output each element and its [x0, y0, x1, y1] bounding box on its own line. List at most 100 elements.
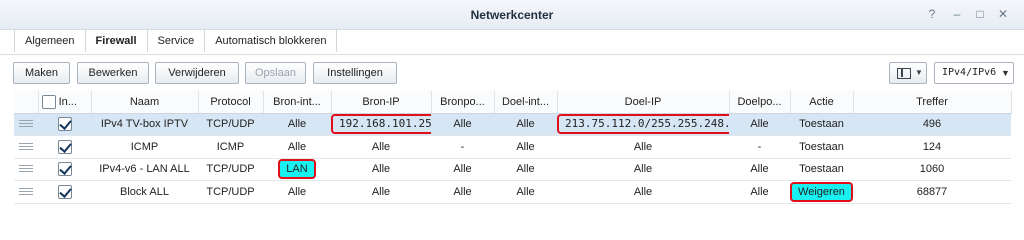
- rule-destination-interface: Alle: [494, 113, 557, 136]
- drag-handle[interactable]: [14, 180, 38, 204]
- enabled-checkbox[interactable]: [57, 184, 72, 199]
- drag-handle-icon: [19, 120, 33, 128]
- tab-service[interactable]: Service: [148, 30, 206, 52]
- table-row[interactable]: IPv4 TV-box IPTV TCP/UDP Alle 192.168.10…: [14, 113, 1011, 136]
- minimize-icon[interactable]: –: [950, 7, 964, 21]
- rule-name: Block ALL: [91, 180, 198, 204]
- table-header: In... Naam Protocol Bron-int... Bron-IP …: [14, 91, 1012, 114]
- rule-action: Toestaan: [790, 135, 853, 159]
- tab-divider: [0, 54, 1024, 55]
- tab-firewall[interactable]: Firewall: [86, 30, 148, 52]
- drag-handle[interactable]: [14, 113, 38, 136]
- rule-source-port: -: [431, 135, 494, 159]
- rule-source-interface-cell: LAN: [263, 158, 331, 181]
- rule-destination-port: Alle: [729, 158, 790, 181]
- tab-auto-block[interactable]: Automatisch blokkeren: [205, 30, 338, 52]
- close-icon[interactable]: ✕: [996, 7, 1010, 21]
- table-row[interactable]: IPv4-v6 - LAN ALL TCP/UDP LAN Alle Alle …: [14, 158, 1011, 181]
- rule-destination-port: Alle: [729, 113, 790, 136]
- header-source-port[interactable]: Bronpo...: [431, 91, 495, 114]
- rule-name: ICMP: [91, 135, 198, 159]
- header-source-interface[interactable]: Bron-int...: [263, 91, 332, 114]
- save-button[interactable]: Opslaan: [245, 62, 306, 84]
- rule-destination-ip: 213.75.112.0/255.255.248.0: [557, 114, 729, 135]
- enabled-checkbox[interactable]: [57, 162, 72, 177]
- rule-action-cell: Weigeren: [790, 180, 853, 204]
- settings-button[interactable]: Instellingen: [313, 62, 397, 84]
- header-source-ip[interactable]: Bron-IP: [331, 91, 432, 114]
- rule-destination-ip: Alle: [557, 158, 729, 181]
- header-protocol[interactable]: Protocol: [198, 91, 264, 114]
- rule-source-ip: 192.168.101.25: [331, 114, 431, 135]
- drag-handle[interactable]: [14, 158, 38, 181]
- rule-source-interface: Alle: [263, 113, 331, 136]
- header-destination-interface[interactable]: Doel-int...: [494, 91, 558, 114]
- rule-action: Weigeren: [790, 181, 853, 202]
- rule-protocol: TCP/UDP: [198, 158, 263, 181]
- rule-hits: 68877: [853, 180, 1011, 204]
- window-title: Netwerkcenter: [470, 8, 554, 22]
- enabled-checkbox[interactable]: [57, 117, 72, 132]
- header-destination-ip[interactable]: Doel-IP: [557, 91, 730, 114]
- header-enabled[interactable]: In...: [38, 91, 92, 114]
- rule-protocol: TCP/UDP: [198, 180, 263, 204]
- firewall-rules-table: In... Naam Protocol Bron-int... Bron-IP …: [14, 91, 1012, 204]
- rule-protocol: ICMP: [198, 135, 263, 159]
- rule-source-port: Alle: [431, 113, 494, 136]
- table-row[interactable]: ICMP ICMP Alle Alle - Alle Alle - Toesta…: [14, 135, 1011, 159]
- rule-source-ip: Alle: [331, 180, 431, 204]
- rule-destination-interface: Alle: [494, 180, 557, 204]
- rule-destination-interface: Alle: [494, 135, 557, 159]
- select-all-checkbox[interactable]: [41, 94, 56, 109]
- rule-source-port: Alle: [431, 180, 494, 204]
- header-destination-port[interactable]: Doelpo...: [729, 91, 791, 114]
- enabled-cell: [38, 135, 91, 159]
- rule-destination-port: Alle: [729, 180, 790, 204]
- drag-handle-icon: [19, 142, 33, 150]
- enabled-cell: [38, 180, 91, 204]
- drag-handle-icon: [19, 165, 33, 173]
- drag-handle[interactable]: [14, 135, 38, 159]
- column-view-button[interactable]: ▼: [889, 62, 927, 84]
- rule-source-interface: LAN: [278, 159, 316, 180]
- create-button[interactable]: Maken: [13, 62, 70, 84]
- rule-source-interface: Alle: [263, 135, 331, 159]
- rule-action: Toestaan: [790, 158, 853, 181]
- rule-action: Toestaan: [790, 113, 853, 136]
- rule-source-port: Alle: [431, 158, 494, 181]
- rule-destination-interface: Alle: [494, 158, 557, 181]
- rule-destination-ip: Alle: [557, 180, 729, 204]
- edit-button[interactable]: Bewerken: [77, 62, 149, 84]
- rule-hits: 1060: [853, 158, 1011, 181]
- rule-source-ip: Alle: [331, 158, 431, 181]
- tab-bar: Algemeen Firewall Service Automatisch bl…: [14, 30, 338, 54]
- tab-general[interactable]: Algemeen: [14, 30, 86, 52]
- enabled-cell: [38, 158, 91, 181]
- rule-destination-port: -: [729, 135, 790, 159]
- enabled-checkbox[interactable]: [57, 139, 72, 154]
- delete-button[interactable]: Verwijderen: [155, 62, 239, 84]
- rule-name: IPv4-v6 - LAN ALL: [91, 158, 198, 181]
- help-icon[interactable]: ?: [925, 7, 939, 21]
- header-name[interactable]: Naam: [91, 91, 199, 114]
- rule-destination-ip-cell: 213.75.112.0/255.255.248.0: [557, 113, 729, 136]
- rule-hits: 496: [853, 113, 1011, 136]
- title-bar: Netwerkcenter ? – □ ✕: [0, 0, 1024, 30]
- rule-source-interface: Alle: [263, 180, 331, 204]
- column-layout-icon: [897, 68, 911, 79]
- rule-name: IPv4 TV-box IPTV: [91, 113, 198, 136]
- rule-hits: 124: [853, 135, 1011, 159]
- rule-protocol: TCP/UDP: [198, 113, 263, 136]
- header-drag: [14, 91, 39, 114]
- table-row[interactable]: Block ALL TCP/UDP Alle Alle Alle Alle Al…: [14, 180, 1011, 204]
- chevron-down-icon: ▼: [1001, 68, 1010, 78]
- header-action[interactable]: Actie: [790, 91, 854, 114]
- drag-handle-icon: [19, 187, 33, 195]
- maximize-icon[interactable]: □: [973, 7, 987, 21]
- header-hits[interactable]: Treffer: [853, 91, 1012, 114]
- rule-source-ip: Alle: [331, 135, 431, 159]
- enabled-cell: [38, 113, 91, 136]
- ip-version-value: IPv4/IPv6: [942, 67, 997, 78]
- chevron-down-icon: ▼: [915, 68, 923, 77]
- ip-version-select[interactable]: IPv4/IPv6 ▼: [934, 62, 1014, 84]
